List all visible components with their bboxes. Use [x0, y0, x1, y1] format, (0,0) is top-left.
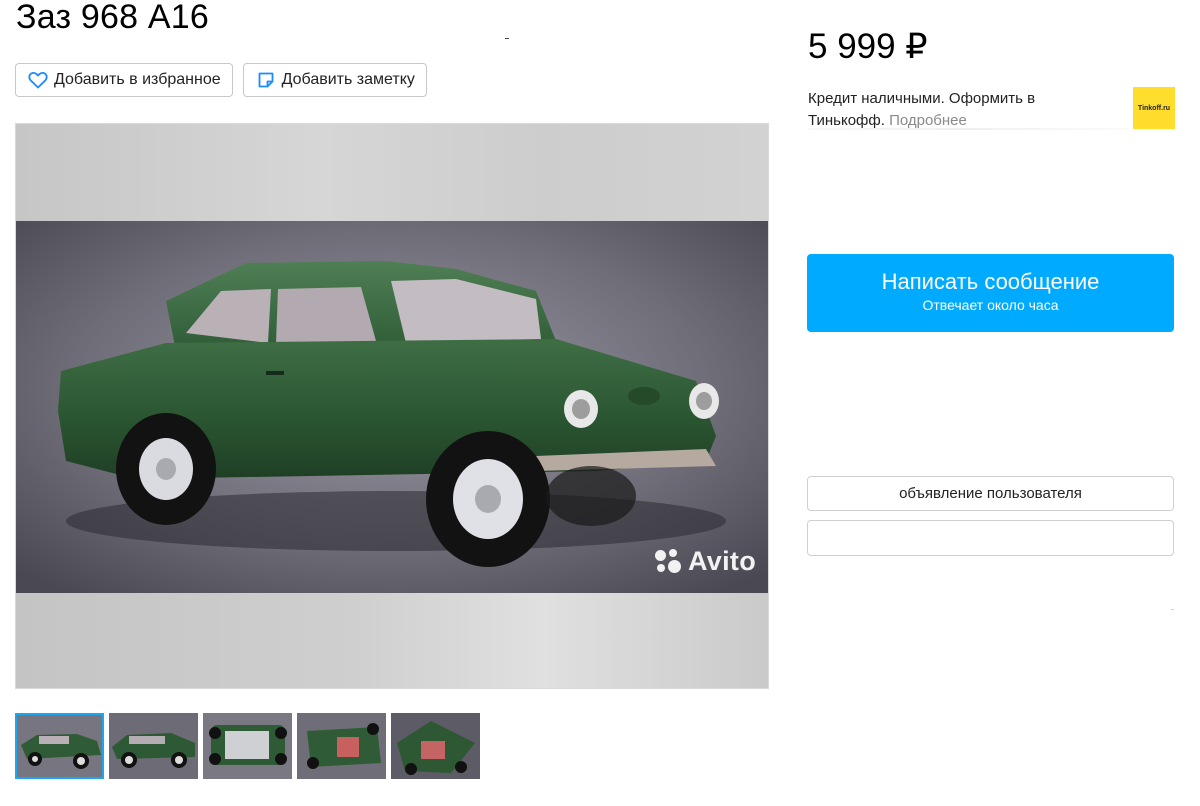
- listing-title: Заз 968 А16: [16, 0, 209, 36]
- tinkoff-logo[interactable]: Tinkoff.ru: [1133, 87, 1175, 129]
- user-listings-button[interactable]: объявление пользователя: [807, 476, 1174, 511]
- main-photo[interactable]: [16, 221, 768, 593]
- price: 5 999 ₽: [808, 27, 928, 66]
- photo-gallery[interactable]: Avito: [15, 123, 769, 689]
- thumbnail-4[interactable]: [297, 713, 386, 779]
- add-note-label: Добавить заметку: [281, 71, 415, 88]
- thumbnail-5[interactable]: [391, 713, 480, 779]
- thumbnail-strip: [15, 713, 480, 779]
- credit-offer: Кредит наличными. Оформить в Тинькофф. П…: [808, 88, 1108, 132]
- empty-action-button[interactable]: [807, 520, 1174, 556]
- gallery-blur-bottom: [16, 591, 768, 688]
- divider-mark-small: [1171, 609, 1174, 610]
- avito-watermark-text: Avito: [688, 546, 756, 576]
- add-note-button[interactable]: Добавить заметку: [242, 63, 427, 97]
- avito-watermark: Avito: [653, 546, 756, 577]
- note-icon: [256, 70, 276, 90]
- credit-more-link[interactable]: Подробнее: [889, 112, 967, 129]
- add-to-favorites-button[interactable]: Добавить в избранное: [15, 63, 233, 97]
- thumbnail-1[interactable]: [15, 713, 104, 779]
- write-message-button[interactable]: Написать сообщение Отвечает около часа: [807, 254, 1174, 332]
- write-message-label: Написать сообщение: [881, 269, 1100, 294]
- thumbnail-2[interactable]: [109, 713, 198, 779]
- add-to-favorites-label: Добавить в избранное: [54, 71, 221, 88]
- heart-icon: [28, 70, 48, 90]
- avito-logo-icon: [653, 547, 683, 577]
- write-message-sublabel: Отвечает около часа: [922, 297, 1059, 313]
- listing-actions: Добавить в избранное Добавить заметку: [15, 63, 427, 97]
- user-listings-label: объявление пользователя: [899, 485, 1082, 502]
- credit-divider: [808, 128, 1128, 130]
- tinkoff-logo-text: Tinkoff.ru: [1137, 104, 1171, 112]
- gallery-blur-top: [16, 124, 768, 221]
- thumbnail-3[interactable]: [203, 713, 292, 779]
- divider-mark: [505, 38, 509, 39]
